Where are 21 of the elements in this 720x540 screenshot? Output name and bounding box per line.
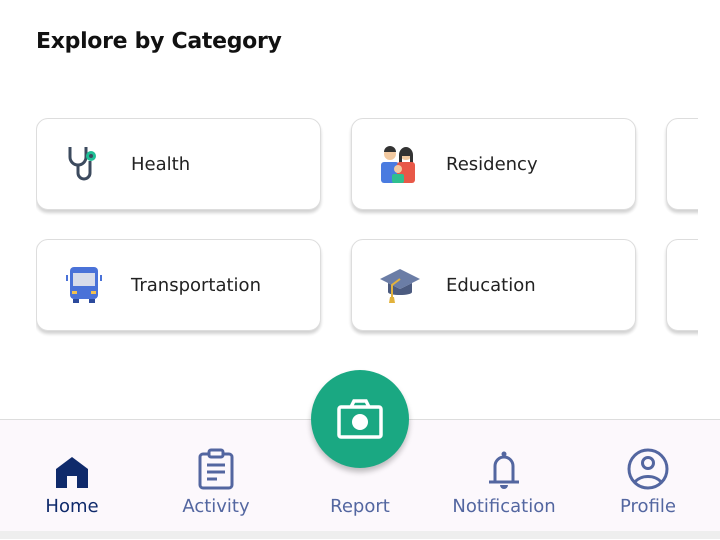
category-label: Education	[446, 274, 536, 296]
camera-icon	[336, 398, 384, 440]
category-card[interactable]: Residency	[351, 118, 636, 210]
nav-label[interactable]: Profile	[620, 496, 676, 517]
clipboard-icon[interactable]	[196, 448, 236, 490]
category-label: Transportation	[131, 274, 261, 296]
nav-label[interactable]: Report	[330, 496, 390, 517]
profile-icon[interactable]	[627, 448, 669, 490]
camera-button[interactable]	[311, 370, 409, 468]
home-icon[interactable]	[54, 454, 90, 490]
family-icon	[379, 145, 417, 183]
nav-label[interactable]: Home	[45, 496, 99, 517]
category-card[interactable]: Transportation	[36, 239, 321, 331]
section-title: Explore by Category	[36, 28, 283, 56]
bus-icon	[64, 265, 104, 305]
category-label: Health	[131, 154, 190, 174]
nav-label[interactable]: Notification	[452, 496, 556, 517]
category-card[interactable]: Health	[36, 118, 321, 210]
category-label: Residency	[446, 154, 538, 174]
nav-label[interactable]: Activity	[182, 496, 250, 517]
category-card[interactable]: Education	[351, 239, 636, 331]
